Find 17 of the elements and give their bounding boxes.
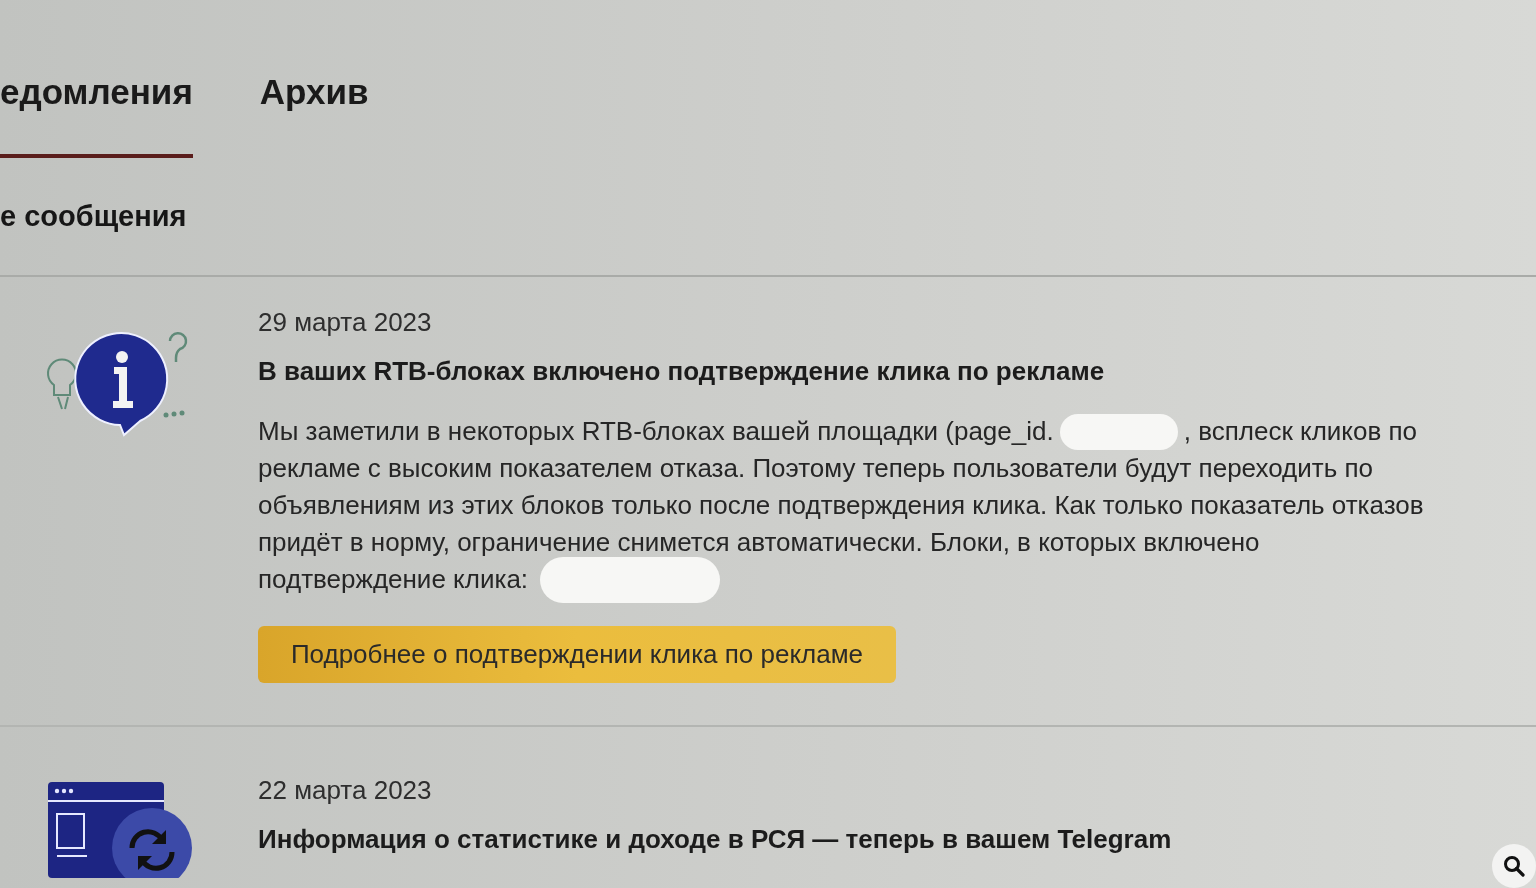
search-icon [1503,855,1525,877]
notification-title: В ваших RTB-блоках включено подтверждение клика по рекламе [258,355,1105,387]
message-text: объявлениям из этих блоков только после подтверждения клика. Как только показатель отказов [258,489,1424,522]
message-text: придёт в норму, ограничение снимется автоматически. Блоки, в которых включено [258,526,1260,559]
message-text: Мы заметили в некоторых RTB-блоках вашей площадки (page_id. [258,415,1054,448]
notification-date: 29 марта 2023 [258,307,432,337]
message-text: подтверждение клика: [258,563,529,596]
message-text: рекламе с высоким показателем отказа. Поэтому теперь пользователи будут переходить по [258,452,1374,485]
details-button[interactable]: Подробнее о подтверждении клика по рекламе [258,626,896,683]
notification-title: Информация о статистике и доходе в РСЯ — теперь в вашем Telegram [258,823,1172,855]
section-heading: е сообщения [0,199,187,233]
notification-date: 22 марта 2023 [258,775,432,805]
browser-window-refresh-icon [48,782,194,878]
search-button[interactable] [1492,844,1536,888]
tab[interactable]: Архив [259,70,369,158]
tab[interactable]: едомления [0,70,193,158]
message-text: , всплеск кликов по [1183,415,1418,448]
